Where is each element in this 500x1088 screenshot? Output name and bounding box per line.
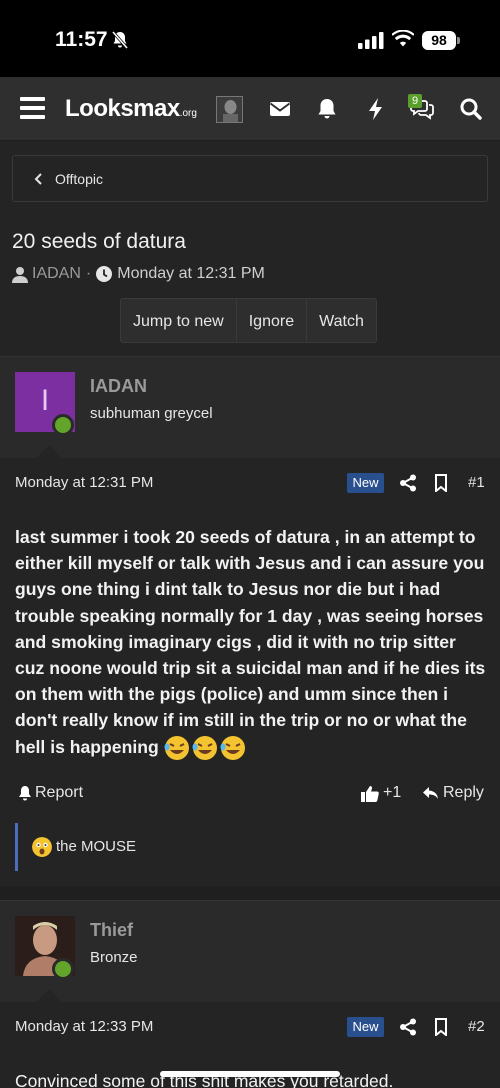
envelope-icon[interactable]: [268, 97, 292, 121]
shocked-emoji-icon: [32, 837, 52, 857]
reaction-users[interactable]: the MOUSE: [56, 838, 136, 855]
chevron-left-icon: [34, 173, 42, 185]
bell-muted-icon: [112, 31, 128, 49]
reactions-bar[interactable]: the MOUSE: [15, 823, 485, 871]
bookmark-icon[interactable]: [432, 1018, 450, 1036]
signal-icon: [358, 32, 384, 49]
thumbs-up-icon: [361, 785, 379, 802]
post-divider: [0, 886, 500, 900]
status-bar: 11:57 98: [0, 0, 500, 77]
battery-tip: [457, 37, 460, 44]
user-avatar[interactable]: [216, 96, 243, 123]
report-label: Report: [35, 784, 84, 801]
share-icon[interactable]: [399, 1018, 417, 1036]
ignore-button[interactable]: Ignore: [237, 299, 308, 342]
post-date[interactable]: Monday at 12:33 PM: [15, 1018, 153, 1035]
pointer-arrow: [35, 989, 63, 1003]
thread-meta: IADAN · Monday at 12:31 PM: [12, 265, 265, 283]
menu-icon[interactable]: [20, 97, 45, 119]
bell-icon: [19, 786, 31, 801]
status-time: 11:57: [55, 28, 108, 51]
post-number[interactable]: #1: [468, 474, 485, 491]
bookmark-icon[interactable]: [432, 474, 450, 492]
online-indicator: [52, 958, 74, 980]
home-indicator[interactable]: [160, 1071, 340, 1077]
reply-label: Reply: [443, 784, 484, 801]
reply-button[interactable]: Reply: [422, 784, 484, 802]
user-title: subhuman greycel: [90, 405, 213, 422]
avatar-image: [217, 97, 242, 122]
jump-to-new-button[interactable]: Jump to new: [121, 299, 237, 342]
post-1-user-block: I IADAN subhuman greycel: [0, 356, 500, 459]
battery-icon: 98: [422, 31, 456, 50]
post-date[interactable]: Monday at 12:31 PM: [15, 474, 153, 491]
site-logo[interactable]: Looksmax.org: [65, 95, 197, 123]
bolt-icon[interactable]: [364, 97, 388, 121]
report-button[interactable]: Report: [18, 784, 83, 802]
online-indicator: [52, 414, 74, 436]
chat-badge: 9: [408, 94, 422, 108]
post-text: last summer i took 20 seeds of datura , …: [15, 527, 486, 757]
wifi-icon: [392, 30, 414, 47]
page-title: 20 seeds of datura: [12, 230, 186, 253]
post-number[interactable]: #2: [468, 1018, 485, 1035]
post-1-body: Monday at 12:31 PM New #1 last summer i …: [0, 458, 500, 886]
bell-icon[interactable]: [315, 97, 339, 121]
new-badge: New: [347, 1017, 384, 1037]
reply-icon: [423, 787, 438, 799]
thread-actions: Jump to new Ignore Watch: [120, 298, 377, 343]
user-icon: [12, 266, 28, 283]
post-2-user-block: Thief Bronze: [0, 900, 500, 1003]
pointer-arrow: [35, 445, 63, 459]
breadcrumb-label[interactable]: Offtopic: [55, 171, 103, 187]
post-username[interactable]: IADAN: [90, 376, 147, 397]
meta-separator: ·: [85, 265, 92, 282]
new-badge: New: [347, 473, 384, 493]
thread-date[interactable]: Monday at 12:31 PM: [117, 265, 265, 283]
breadcrumb[interactable]: Offtopic: [12, 155, 488, 202]
thread-author[interactable]: IADAN: [32, 265, 81, 283]
post-username[interactable]: Thief: [90, 920, 133, 941]
user-title: Bronze: [90, 949, 138, 966]
like-button[interactable]: +1: [361, 784, 401, 802]
logo-main: Looksmax: [65, 95, 180, 122]
like-count: +1: [383, 784, 402, 801]
post-message: last summer i took 20 seeds of datura , …: [15, 524, 490, 761]
watch-button[interactable]: Watch: [307, 299, 376, 342]
logo-suffix: .org: [179, 108, 197, 119]
clock-icon: [96, 266, 113, 282]
top-navbar: Looksmax.org: [0, 77, 500, 141]
share-icon[interactable]: [399, 474, 417, 492]
search-icon[interactable]: [459, 97, 483, 121]
laughing-emoji-icon: [164, 735, 245, 760]
